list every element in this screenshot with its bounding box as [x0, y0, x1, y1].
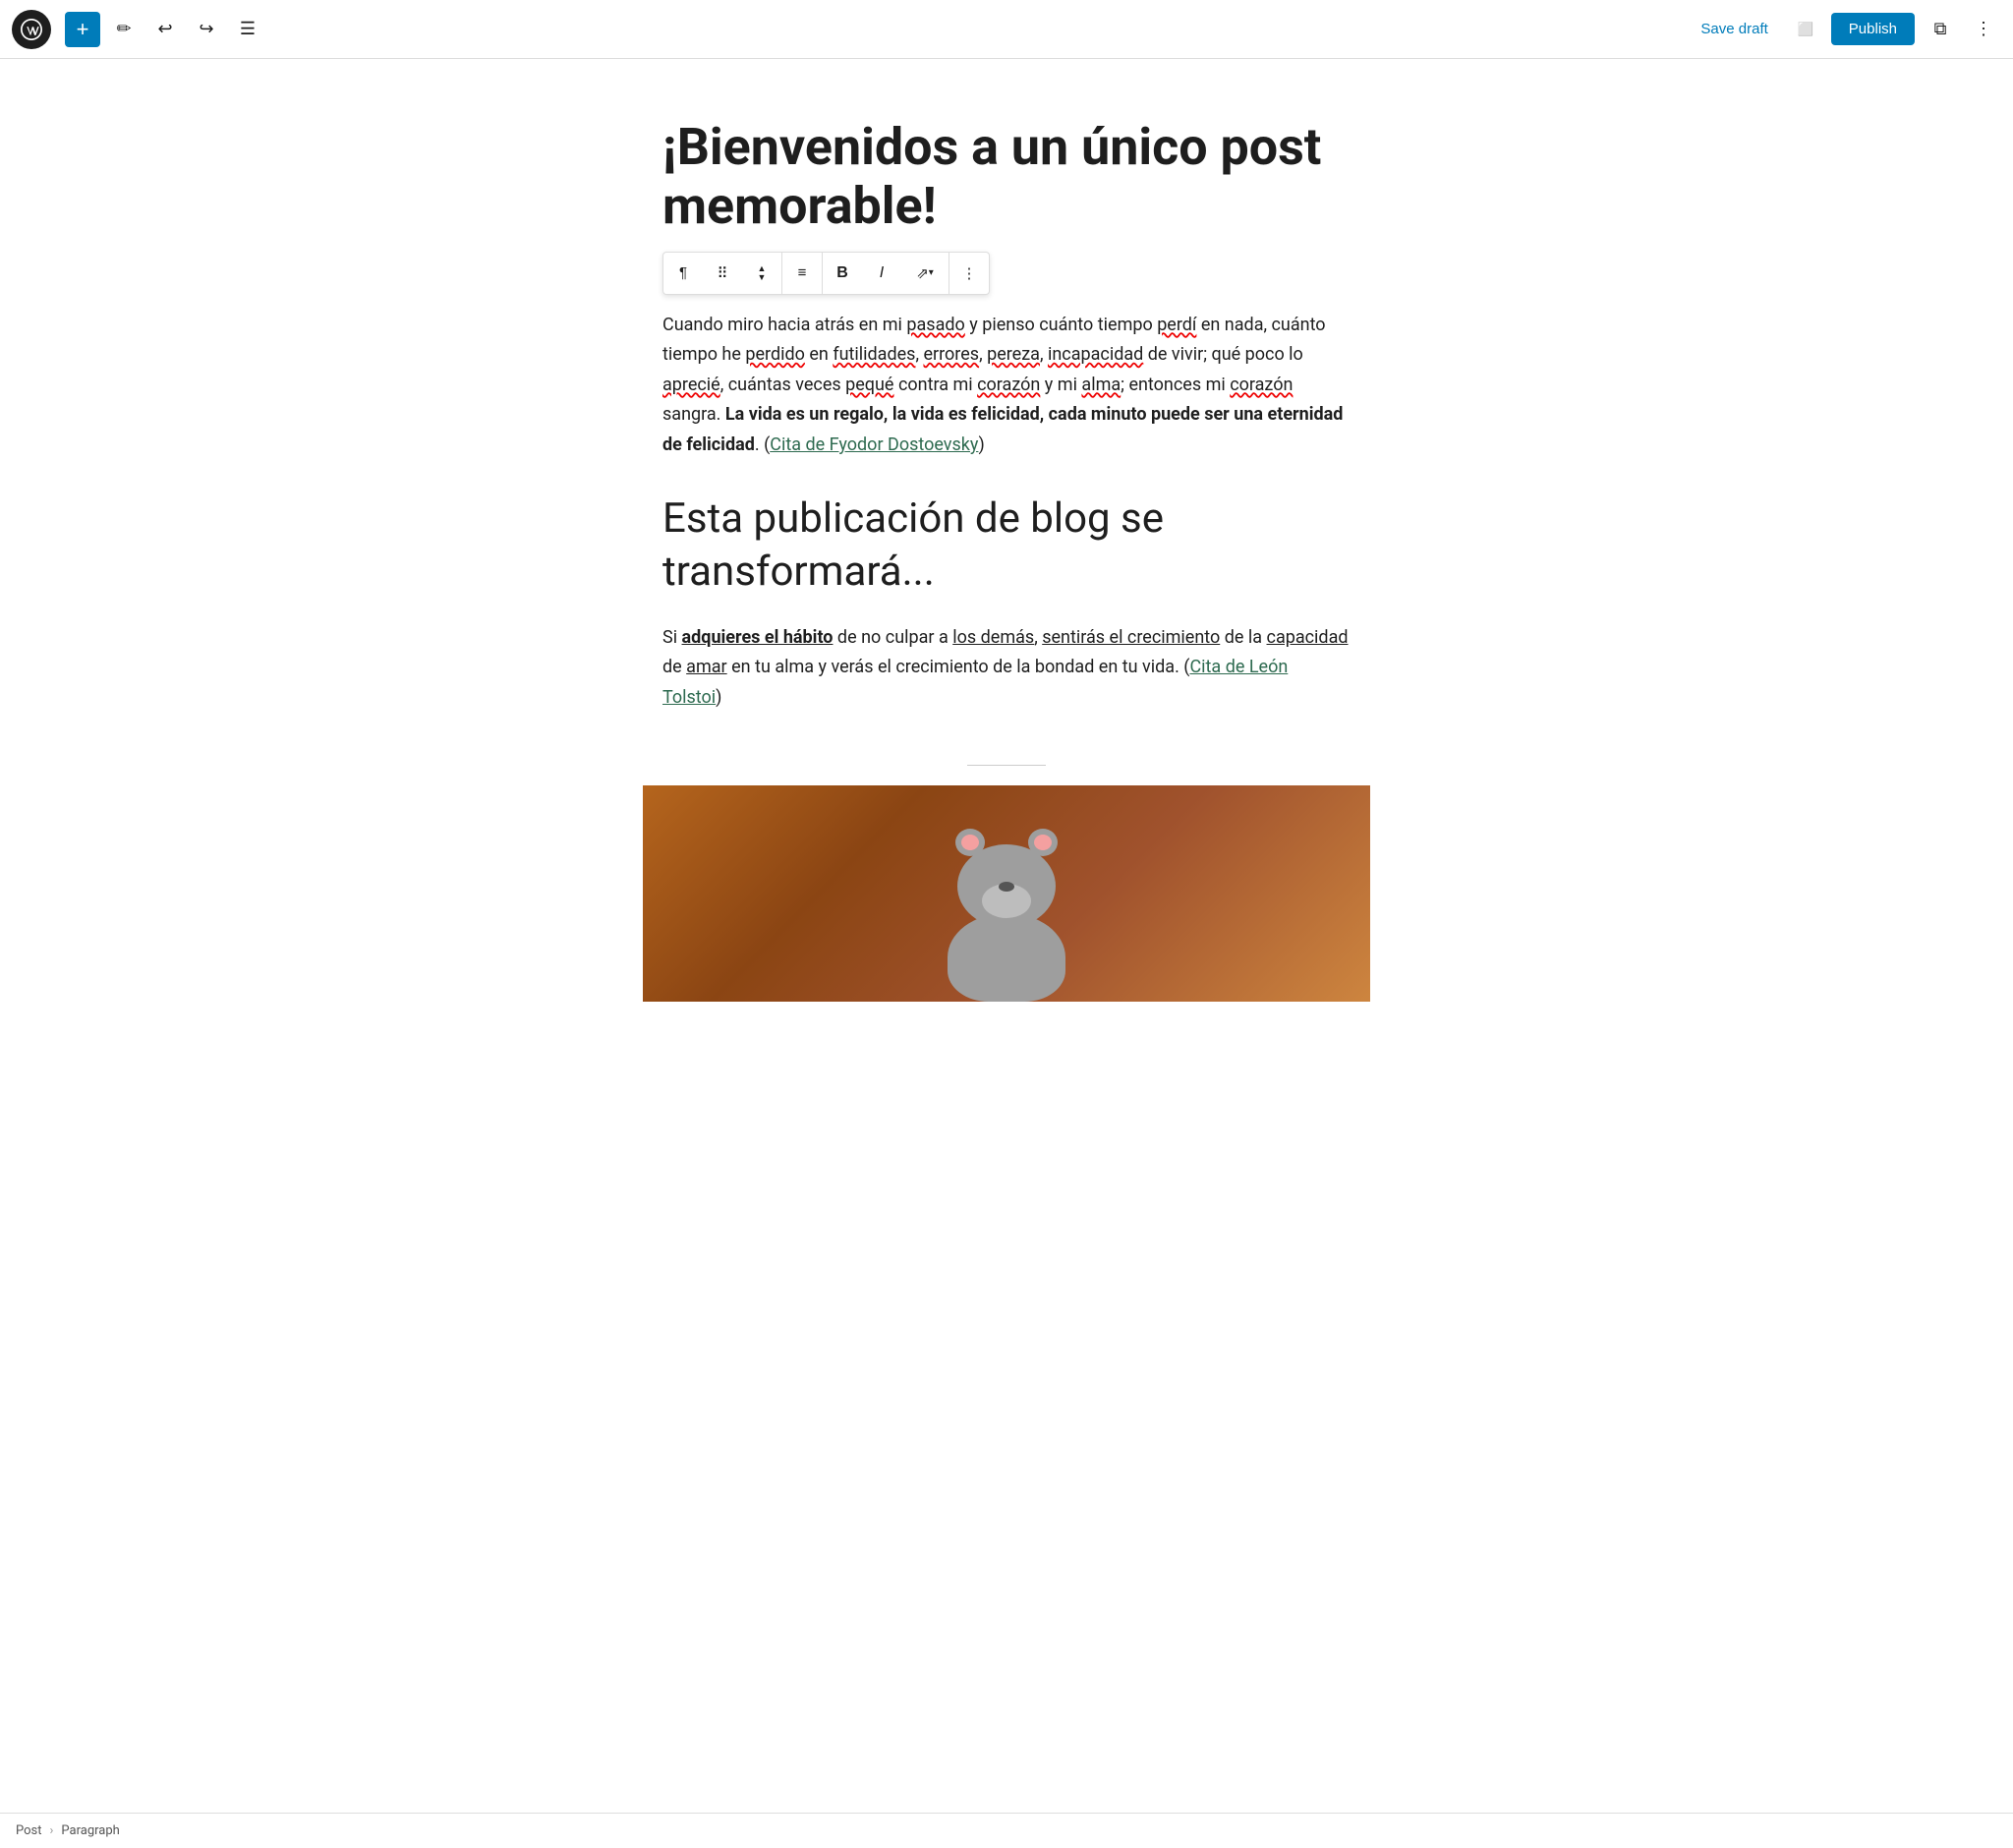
paragraph-1[interactable]: Cuando miro hacia atrás en mi pasado y p… — [643, 311, 1370, 461]
sidebar-icon: ⧉ — [1934, 19, 1947, 39]
chevron-updown-icon: ▲ ▼ — [758, 264, 767, 282]
alignment-group: ≡ — [782, 253, 823, 294]
list-view-icon: ☰ — [240, 19, 256, 39]
more-block-options-button[interactable]: ⋮ — [949, 252, 989, 295]
toolbar-right-group: Save draft ⬜ Publish ⧉ ⋮ — [1689, 12, 2001, 47]
publish-button[interactable]: Publish — [1831, 13, 1915, 45]
post-title[interactable]: ¡Bienvenidos a un único post memorable! — [643, 118, 1370, 236]
image-block[interactable] — [643, 785, 1370, 1002]
formatting-group: B I ⇗ ▾ — [823, 253, 949, 294]
undo-button[interactable]: ↩ — [147, 12, 183, 47]
tolstoi-link[interactable]: Cita de León Tolstoi — [662, 657, 1288, 708]
settings-panel-button[interactable]: ⧉ — [1923, 12, 1958, 47]
toolbar-left-group: + ✏ ↩ ↪ ☰ — [12, 10, 265, 49]
paragraph-2[interactable]: Si adquieres el hábito de no culpar a lo… — [643, 623, 1370, 714]
block-type-group: ¶ ⠿ ▲ ▼ — [663, 253, 782, 294]
breadcrumb-separator: › — [50, 1823, 54, 1838]
dostoevsky-link[interactable]: Cita de Fyodor Dostoevsky — [770, 434, 978, 455]
redo-icon: ↪ — [199, 19, 213, 39]
wordpress-logo[interactable] — [12, 10, 51, 49]
more-icon: ⋮ — [1975, 19, 1992, 39]
drag-icon: ⠿ — [718, 264, 728, 282]
italic-button[interactable]: I — [862, 252, 901, 295]
bold-button[interactable]: B — [823, 252, 862, 295]
monitor-icon: ⬜ — [1797, 22, 1813, 37]
status-bar: Post › Paragraph — [0, 1813, 2013, 1848]
image-content — [928, 844, 1085, 1002]
view-button[interactable]: ⬜ — [1788, 12, 1823, 47]
divider-block — [643, 745, 1370, 785]
add-block-button[interactable]: + — [65, 12, 100, 47]
link-button[interactable]: ⇗ ▾ — [901, 252, 949, 295]
edit-button[interactable]: ✏ — [106, 12, 142, 47]
paragraph-1-text: Cuando miro hacia atrás en mi pasado y p… — [662, 315, 1343, 455]
save-draft-button[interactable]: Save draft — [1689, 15, 1779, 43]
redo-button[interactable]: ↪ — [189, 12, 224, 47]
paragraph-2-text: Si adquieres el hábito de no culpar a lo… — [662, 627, 1349, 708]
link-icon: ⇗ — [916, 264, 929, 282]
block-toolbar: ¶ ⠿ ▲ ▼ ≡ B I ⇗ — [662, 252, 990, 295]
more-group: ⋮ — [949, 253, 989, 294]
top-toolbar: + ✏ ↩ ↪ ☰ Save draft ⬜ Publish ⧉ ⋮ — [0, 0, 2013, 59]
horizontal-rule — [967, 765, 1046, 766]
more-options-button[interactable]: ⋮ — [1966, 12, 2001, 47]
editor-content: ¡Bienvenidos a un único post memorable! … — [643, 59, 1370, 1080]
block-mover-button[interactable]: ▲ ▼ — [742, 252, 781, 295]
wp-logo-icon — [21, 19, 42, 40]
drag-handle-button[interactable]: ⠿ — [703, 252, 742, 295]
breadcrumb-paragraph: Paragraph — [61, 1823, 119, 1838]
paragraph-icon: ¶ — [679, 264, 687, 281]
link-dropdown-icon: ▾ — [929, 267, 934, 278]
bold-icon: B — [836, 264, 848, 282]
breadcrumb-post[interactable]: Post — [16, 1823, 42, 1838]
italic-icon: I — [880, 264, 884, 282]
post-heading-2[interactable]: Esta publicación de blog se transformará… — [643, 492, 1370, 600]
list-view-button[interactable]: ☰ — [230, 12, 265, 47]
undo-icon: ↩ — [157, 19, 172, 39]
alignment-button[interactable]: ≡ — [782, 252, 822, 295]
more-vertical-icon: ⋮ — [962, 264, 977, 282]
plus-icon: + — [77, 17, 89, 42]
align-left-icon: ≡ — [798, 264, 807, 281]
pen-icon: ✏ — [116, 19, 131, 39]
block-type-button[interactable]: ¶ — [663, 252, 703, 295]
